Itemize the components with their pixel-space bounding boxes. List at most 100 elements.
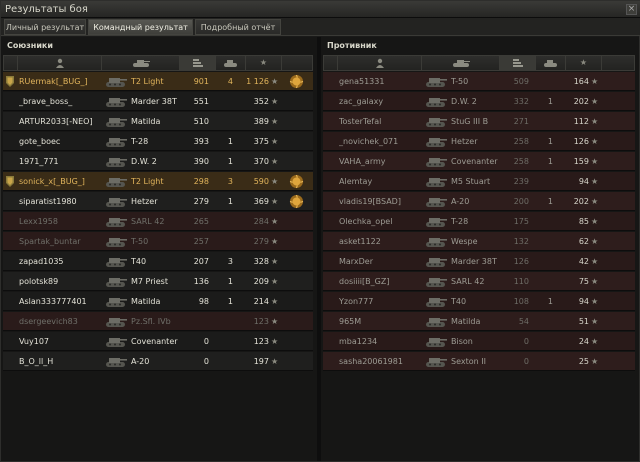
tab-team-result[interactable]: Командный результат (88, 19, 193, 35)
player-name[interactable]: gena51331 (339, 72, 421, 91)
xp-value: 197 (253, 357, 269, 366)
table-row[interactable]: Alemtay M5 Stuart 239 94 ★ (323, 172, 635, 191)
star-icon: ★ (271, 157, 279, 166)
damage-value: 298 (193, 177, 209, 186)
damage-value: 390 (193, 157, 209, 166)
medal-column-header (282, 56, 312, 70)
player-name[interactable]: polotsk89 (19, 272, 101, 291)
table-row[interactable]: gote_boec T-28 393 1 375 ★ (3, 132, 313, 151)
player-name[interactable]: _novichek_071 (339, 132, 421, 151)
kills-column-header[interactable] (536, 56, 566, 70)
player-name[interactable]: Aslan333777401 (19, 292, 101, 311)
player-name[interactable]: siparatist1980 (19, 192, 101, 211)
table-row[interactable]: zac_galaxy D.W. 2 332 1 202 ★ (323, 92, 635, 111)
tank-column-header[interactable] (102, 56, 180, 70)
table-row[interactable]: RUermak[_BUG_] T2 Light 901 4 1 126 ★ (3, 72, 313, 91)
player-name[interactable]: zapad1035 (19, 252, 101, 271)
table-row[interactable]: sonick_x[_BUG_] T2 Light 298 3 590 ★ (3, 172, 313, 191)
table-row[interactable]: _brave_boss_ Marder 38T 551 352 ★ (3, 92, 313, 111)
table-row[interactable]: ARTUR2033[-NEO] Matilda 510 389 ★ (3, 112, 313, 131)
player-name[interactable]: Vuy107 (19, 332, 101, 351)
player-name[interactable]: Yzon777 (339, 292, 421, 311)
table-row[interactable]: TosterTefal StuG III B 271 112 ★ (323, 112, 635, 131)
tank-icon (425, 335, 447, 348)
table-row[interactable]: asket1122 Wespe 132 62 ★ (323, 232, 635, 251)
table-row[interactable]: dosiiii[B_GZ] SARL 42 110 75 ★ (323, 272, 635, 291)
xp-value: 51 (578, 317, 589, 326)
xp-value: 75 (578, 277, 589, 286)
table-row[interactable]: siparatist1980 Hetzer 279 1 369 ★ (3, 192, 313, 211)
table-row[interactable]: dsergeevich83 Pz.Sfl. IVb 123 ★ (3, 312, 313, 331)
damage-value: 271 (513, 117, 529, 126)
table-row[interactable]: Spartak_buntar T-50 257 279 ★ (3, 232, 313, 251)
player-name[interactable]: sonick_x[_BUG_] (19, 172, 101, 191)
tank-column-header[interactable] (422, 56, 500, 70)
player-name[interactable]: Spartak_buntar (19, 232, 101, 251)
player-name[interactable]: 965M (339, 312, 421, 331)
damage-value: 258 (513, 137, 529, 146)
kills-column-header[interactable] (216, 56, 246, 70)
damage-value: 132 (513, 237, 529, 246)
tank-icon (105, 315, 127, 328)
xp-column-header[interactable]: ★ (246, 56, 282, 70)
player-name[interactable]: B_O_ll_H (19, 352, 101, 371)
kills-value (215, 332, 233, 351)
player-name[interactable]: zac_galaxy (339, 92, 421, 111)
tank-icon (425, 215, 447, 228)
damage-column-header[interactable] (500, 56, 536, 70)
player-name[interactable]: Lexx1958 (19, 212, 101, 231)
player-name[interactable]: TosterTefal (339, 112, 421, 131)
close-button[interactable]: × (626, 4, 637, 15)
player-name[interactable]: Alemtay (339, 172, 421, 191)
player-name[interactable]: vladis19[BSAD] (339, 192, 421, 211)
tab-detailed-report[interactable]: Подробный отчёт (195, 19, 281, 35)
tank-icon (132, 60, 150, 67)
player-name[interactable]: dosiiii[B_GZ] (339, 272, 421, 291)
table-row[interactable]: Vuy107 Covenanter 0 123 ★ (3, 332, 313, 351)
xp-column-header[interactable]: ★ (566, 56, 602, 70)
player-name[interactable]: gote_boec (19, 132, 101, 151)
table-row[interactable]: zapad1035 T40 207 3 328 ★ (3, 252, 313, 271)
tab-personal-result[interactable]: Личный результат (4, 19, 86, 35)
player-name[interactable]: asket1122 (339, 232, 421, 251)
table-row[interactable]: B_O_ll_H A-20 0 197 ★ (3, 352, 313, 371)
tank-icon (105, 255, 127, 268)
damage-value: 510 (193, 117, 209, 126)
player-name[interactable]: VAHA_army (339, 152, 421, 171)
table-row[interactable]: Yzon777 T40 108 1 94 ★ (323, 292, 635, 311)
player-column-header[interactable] (338, 56, 422, 70)
xp-value: 370 (253, 157, 269, 166)
tank-icon (105, 195, 127, 208)
player-name[interactable]: RUermak[_BUG_] (19, 72, 101, 91)
table-row[interactable]: polotsk89 M7 Priest 136 1 209 ★ (3, 272, 313, 291)
table-row[interactable]: sasha20061981 Sexton II 0 25 ★ (323, 352, 635, 371)
player-name[interactable]: _brave_boss_ (19, 92, 101, 111)
player-name[interactable]: ARTUR2033[-NEO] (19, 112, 101, 131)
table-row[interactable]: 1971_771 D.W. 2 390 1 370 ★ (3, 152, 313, 171)
table-row[interactable]: mba1234 Bison 0 24 ★ (323, 332, 635, 351)
kills-value: 4 (227, 77, 233, 86)
table-row[interactable]: _novichek_071 Hetzer 258 1 126 ★ (323, 132, 635, 151)
player-name[interactable]: MarxDer (339, 252, 421, 271)
xp-value: 94 (578, 177, 589, 186)
table-row[interactable]: gena51331 T-50 509 164 ★ (323, 72, 635, 91)
player-name[interactable]: Olechka_opel (339, 212, 421, 231)
player-column-header[interactable] (18, 56, 102, 70)
tank-icon (425, 175, 447, 188)
table-row[interactable]: MarxDer Marder 38T 126 42 ★ (323, 252, 635, 271)
table-row[interactable]: Olechka_opel T-28 175 85 ★ (323, 212, 635, 231)
tank-name: T40 (131, 257, 147, 266)
table-row[interactable]: VAHA_army Covenanter 258 1 159 ★ (323, 152, 635, 171)
star-icon: ★ (271, 357, 279, 366)
table-row[interactable]: Lexx1958 SARL 42 265 284 ★ (3, 212, 313, 231)
table-row[interactable]: vladis19[BSAD] A-20 200 1 202 ★ (323, 192, 635, 211)
damage-column-header[interactable] (180, 56, 216, 70)
allies-header-row: ★ (3, 55, 313, 71)
player-name[interactable]: 1971_771 (19, 152, 101, 171)
player-name[interactable]: dsergeevich83 (19, 312, 101, 331)
table-row[interactable]: Aslan333777401 Matilda 98 1 214 ★ (3, 292, 313, 311)
player-name[interactable]: sasha20061981 (339, 352, 421, 371)
player-name[interactable]: mba1234 (339, 332, 421, 351)
star-icon: ★ (591, 97, 599, 106)
table-row[interactable]: 965M Matilda 54 51 ★ (323, 312, 635, 331)
